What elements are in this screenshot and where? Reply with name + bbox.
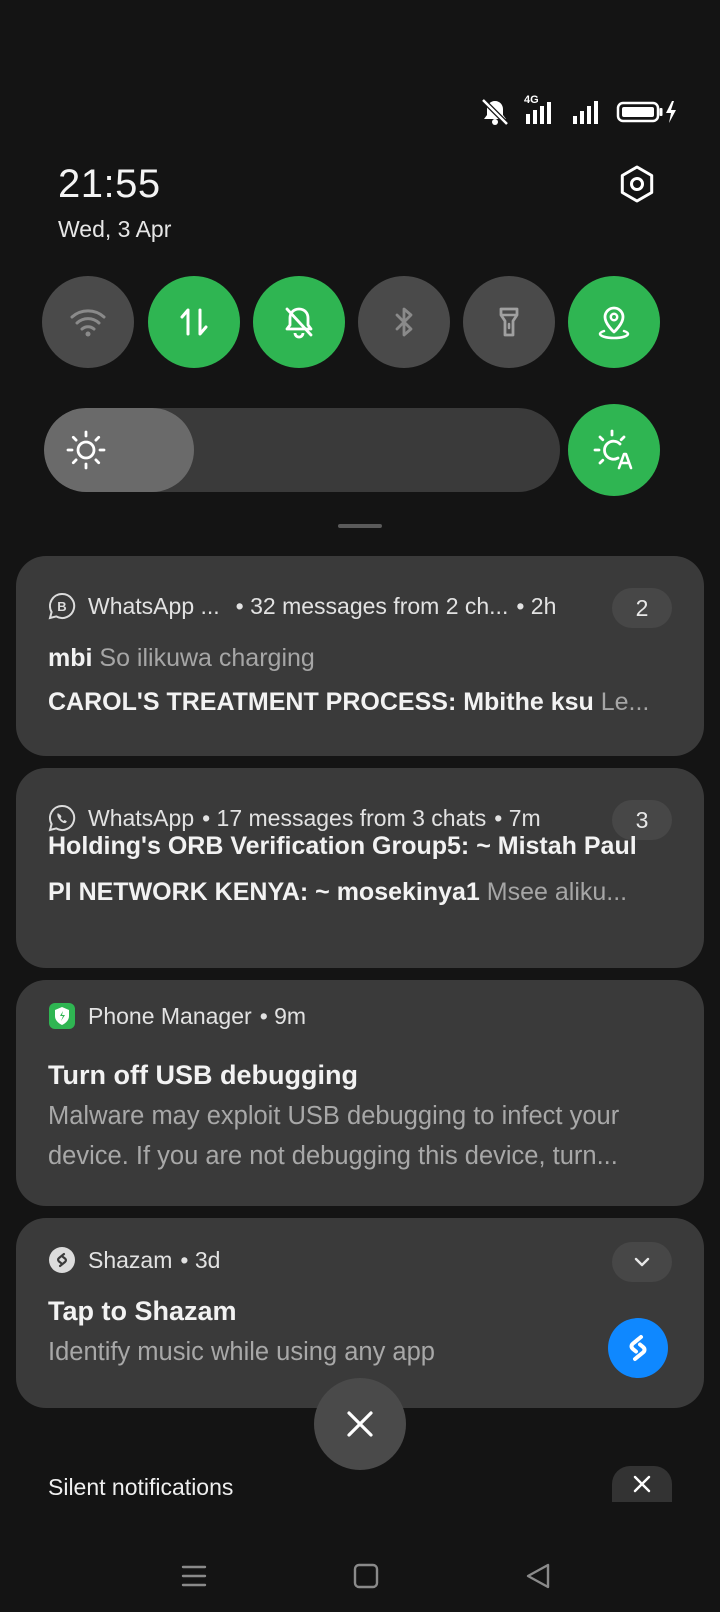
message-sender: mbi	[48, 644, 93, 672]
status-bar: 4G	[480, 94, 678, 128]
auto-brightness-icon	[593, 429, 633, 470]
location-pin-icon	[598, 306, 630, 340]
signal-icon	[573, 101, 598, 124]
notification-whatsapp-business[interactable]: B WhatsApp ... • 32 messages from 2 ch..…	[16, 556, 704, 756]
tile-location[interactable]	[568, 276, 660, 368]
whatsapp-icon	[48, 804, 76, 832]
settings-button[interactable]	[614, 161, 660, 207]
tile-silent[interactable]	[253, 276, 345, 368]
date[interactable]: Wed, 3 Apr	[58, 216, 171, 243]
message-text: Msee aliku...	[486, 878, 628, 906]
notification-time: • 7m	[494, 804, 541, 831]
notification-summary: • 32 messages from 2 ch...	[235, 592, 509, 619]
flashlight-icon	[499, 307, 519, 337]
message-row: Holding's ORB Verification Group5: ~ Mis…	[48, 832, 672, 861]
silent-bell-icon	[481, 98, 509, 126]
expand-button[interactable]	[612, 1242, 672, 1282]
wifi-icon	[70, 309, 106, 337]
notification-header: WhatsApp • 17 messages from 3 chats • 7m	[48, 802, 672, 834]
gear-icon	[620, 165, 654, 203]
brightness-slider[interactable]	[44, 408, 560, 492]
message-sender: CAROL'S TREATMENT PROCESS: Mbithe ksu	[48, 688, 594, 716]
battery-charging-icon	[616, 101, 676, 123]
notification-whatsapp[interactable]: WhatsApp • 17 messages from 3 chats • 7m…	[16, 768, 704, 968]
bell-off-icon	[285, 307, 313, 339]
svg-text:B: B	[57, 599, 66, 614]
bluetooth-icon	[395, 307, 413, 337]
close-icon	[347, 1411, 373, 1437]
recents-button[interactable]	[170, 1552, 218, 1600]
notification-body: Malware may exploit USB debugging to inf…	[48, 1102, 620, 1130]
panel-drag-handle[interactable]	[338, 524, 382, 528]
back-button[interactable]	[514, 1552, 562, 1600]
home-button[interactable]	[342, 1552, 390, 1600]
message-sender: PI NETWORK KENYA: ~ mosekinya1	[48, 878, 480, 906]
notification-summary: • 17 messages from 3 chats	[202, 804, 487, 831]
notification-time: • 3d	[180, 1246, 221, 1273]
notification-title: Turn off USB debugging	[48, 1060, 358, 1090]
whatsapp-business-icon: B	[48, 592, 76, 620]
app-name: WhatsApp	[88, 804, 195, 831]
silent-notifications-label: Silent notifications	[48, 1474, 234, 1500]
auto-brightness-toggle[interactable]	[568, 404, 660, 496]
clock[interactable]: 21:55	[58, 162, 161, 207]
tile-flashlight[interactable]	[463, 276, 555, 368]
menu-icon	[181, 1565, 207, 1587]
shazam-button[interactable]	[608, 1318, 668, 1378]
chevron-down-icon	[634, 1257, 650, 1267]
notification-header: Phone Manager • 9m	[48, 1000, 672, 1032]
app-name: Phone Manager	[88, 1002, 252, 1029]
message-text: So ilikuwa charging	[99, 644, 315, 672]
phone-manager-icon	[48, 1002, 76, 1030]
message-row: mbi So ilikuwa charging	[48, 644, 672, 673]
message-row: CAROL'S TREATMENT PROCESS: Mbithe ksu Le…	[48, 688, 672, 717]
message-text: Le...	[600, 688, 650, 716]
app-name: Shazam	[88, 1246, 173, 1273]
notification-body: device. If you are not debugging this de…	[48, 1142, 618, 1170]
square-icon	[353, 1563, 379, 1589]
data-transfer-icon	[180, 308, 208, 336]
tile-bluetooth[interactable]	[358, 276, 450, 368]
sun-icon	[66, 430, 106, 470]
notification-phone-manager[interactable]: Phone Manager • 9m Turn off USB debuggin…	[16, 980, 704, 1206]
tile-wifi[interactable]	[42, 276, 134, 368]
signal-4g-icon: 4G	[524, 94, 558, 126]
shazam-icon	[48, 1246, 76, 1274]
app-name: WhatsApp ...	[88, 592, 220, 619]
clear-all-button[interactable]	[314, 1378, 406, 1470]
back-triangle-icon	[526, 1563, 550, 1589]
navigation-bar	[0, 1540, 720, 1612]
notification-time: • 9m	[259, 1002, 307, 1029]
expand-count-badge[interactable]: 2	[612, 588, 672, 628]
notification-time: • 2h	[516, 592, 557, 619]
notification-header: B WhatsApp ... • 32 messages from 2 ch..…	[48, 590, 672, 622]
notification-body: Identify music while using any app	[48, 1338, 435, 1366]
notification-header: Shazam • 3d	[48, 1244, 672, 1276]
shazam-logo-icon	[629, 1335, 647, 1361]
tile-mobile-data[interactable]	[148, 276, 240, 368]
close-icon	[633, 1475, 651, 1493]
message-row: PI NETWORK KENYA: ~ mosekinya1 Msee alik…	[48, 878, 672, 907]
clear-silent-button[interactable]	[612, 1466, 672, 1502]
notification-title: Tap to Shazam	[48, 1296, 237, 1326]
message-sender: Holding's ORB Verification Group5: ~ Mis…	[48, 832, 637, 860]
